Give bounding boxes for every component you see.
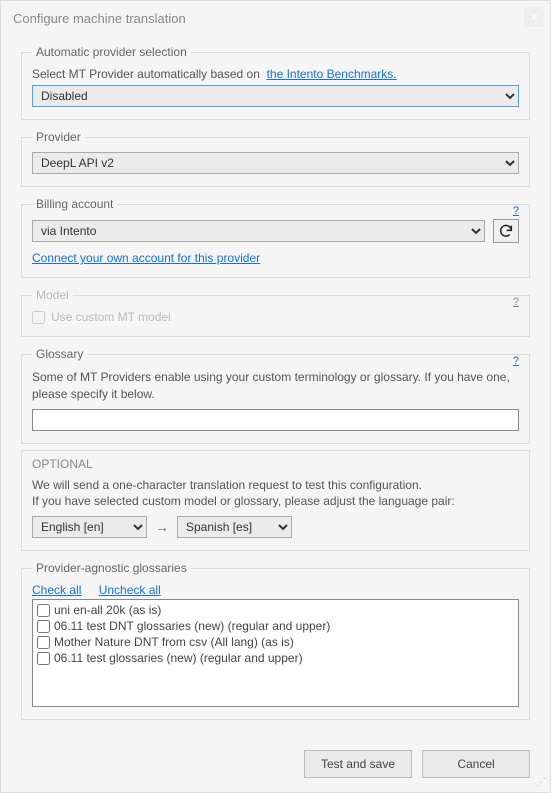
glossary-item-label: Mother Nature DNT from csv (All lang) (a… (54, 635, 294, 649)
optional-line1: We will send a one-character translation… (32, 477, 519, 494)
billing-section: Billing account ? via Intento Connect yo… (21, 197, 530, 278)
close-button[interactable]: ✕ (524, 7, 544, 27)
glossary-description: Some of MT Providers enable using your c… (32, 369, 519, 403)
custom-model-label: Use custom MT model (51, 310, 171, 324)
resize-grip[interactable]: ⋰ (536, 778, 548, 790)
auto-provider-select[interactable]: Disabled (32, 85, 519, 107)
auto-provider-section: Automatic provider selection Select MT P… (21, 45, 530, 120)
provider-section: Provider DeepL API v2 (21, 130, 530, 187)
dialog-title: Configure machine translation (13, 11, 186, 26)
arrow-icon: → (155, 519, 169, 535)
glossary-checkbox[interactable] (37, 652, 50, 665)
optional-title: OPTIONAL (32, 457, 519, 471)
glossary-checkbox[interactable] (37, 620, 50, 633)
button-row: Test and save Cancel (1, 732, 550, 792)
glossary-item-label: 06.11 test glossaries (new) (regular and… (54, 651, 303, 665)
model-legend: Model (32, 288, 73, 302)
list-item[interactable]: 06.11 test glossaries (new) (regular and… (35, 650, 516, 666)
test-save-button[interactable]: Test and save (304, 750, 412, 778)
dialog: Configure machine translation ✕ Automati… (0, 0, 551, 793)
intento-benchmarks-link[interactable]: the Intento Benchmarks. (267, 67, 397, 81)
auto-label-row: Select MT Provider automatically based o… (32, 67, 519, 81)
glossary-section: Glossary ? Some of MT Providers enable u… (21, 347, 530, 444)
glossary-item-label: 06.11 test DNT glossaries (new) (regular… (54, 619, 330, 633)
billing-select[interactable]: via Intento (32, 220, 485, 242)
glossary-legend: Glossary (32, 347, 87, 361)
uncheck-all-link[interactable]: Uncheck all (99, 583, 161, 597)
list-item[interactable]: uni en-all 20k (as is) (35, 602, 516, 618)
titlebar: Configure machine translation ✕ (1, 1, 550, 35)
optional-section: OPTIONAL We will send a one-character tr… (21, 450, 530, 552)
custom-model-checkbox (32, 311, 45, 324)
agnostic-legend: Provider-agnostic glossaries (32, 561, 191, 575)
refresh-icon (498, 223, 514, 239)
glossary-checkbox[interactable] (37, 604, 50, 617)
auto-label: Select MT Provider automatically based o… (32, 67, 260, 81)
provider-legend: Provider (32, 130, 85, 144)
list-item[interactable]: 06.11 test DNT glossaries (new) (regular… (35, 618, 516, 634)
glossary-list[interactable]: uni en-all 20k (as is) 06.11 test DNT gl… (32, 599, 519, 707)
provider-select[interactable]: DeepL API v2 (32, 152, 519, 174)
optional-line2: If you have selected custom model or glo… (32, 493, 519, 510)
model-help-icon[interactable]: ? (511, 296, 521, 308)
check-all-link[interactable]: Check all (32, 583, 81, 597)
glossary-help-icon[interactable]: ? (511, 355, 521, 367)
glossary-checkbox[interactable] (37, 636, 50, 649)
target-lang-select[interactable]: Spanish [es] (177, 516, 292, 538)
content: Automatic provider selection Select MT P… (1, 35, 550, 732)
agnostic-glossaries-section: Provider-agnostic glossaries Check all U… (21, 561, 530, 720)
connect-account-link[interactable]: Connect your own account for this provid… (32, 251, 260, 265)
glossary-item-label: uni en-all 20k (as is) (54, 603, 161, 617)
refresh-button[interactable] (493, 219, 519, 243)
billing-legend: Billing account (32, 197, 117, 211)
close-icon: ✕ (529, 11, 538, 24)
model-section: Model ? Use custom MT model (21, 288, 530, 337)
source-lang-select[interactable]: English [en] (32, 516, 147, 538)
list-item[interactable]: Mother Nature DNT from csv (All lang) (a… (35, 634, 516, 650)
glossary-input[interactable] (32, 409, 519, 431)
billing-help-icon[interactable]: ? (511, 205, 521, 217)
cancel-button[interactable]: Cancel (422, 750, 530, 778)
auto-legend: Automatic provider selection (32, 45, 191, 59)
